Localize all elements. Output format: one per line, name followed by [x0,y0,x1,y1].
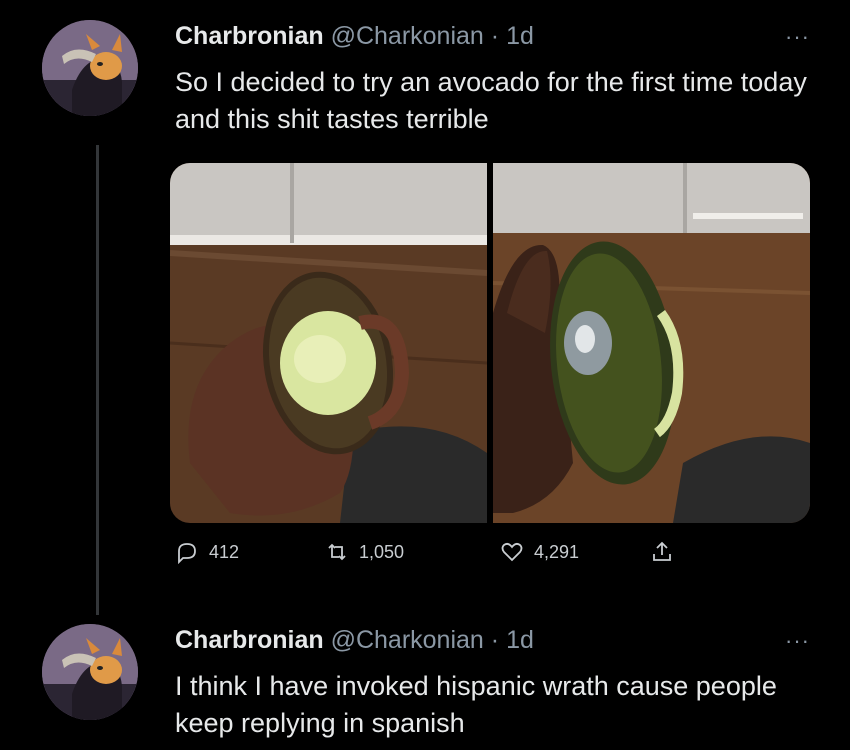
share-icon [653,541,671,561]
retweet-button[interactable]: 1,050 [325,540,500,564]
photo-avocado-cut[interactable] [170,163,487,523]
share-button[interactable] [650,540,674,564]
avatar-image [42,20,138,116]
user-handle[interactable]: @Charkonian [331,626,484,654]
reply-count: 412 [209,541,240,562]
tweet-header: Charbronian @Charkonian · 1d [175,22,534,51]
reply-button[interactable]: 412 [175,540,325,564]
separator-dot: · [490,626,500,654]
tweet-media[interactable] [170,163,810,523]
more-icon[interactable]: ··· [785,628,810,654]
retweet-icon [328,543,346,561]
like-icon [501,542,523,562]
avocado-photo-2 [493,163,810,523]
like-count: 4,291 [534,541,580,562]
photo-avocado-bitten[interactable] [493,163,810,523]
retweet-count: 1,050 [359,541,405,562]
avocado-photo-1 [170,163,487,523]
avatar[interactable] [42,20,138,116]
avatar[interactable] [42,624,138,720]
tweet-text: I think I have invoked hispanic wrath ca… [175,671,777,738]
reply-icon [178,543,196,564]
more-icon[interactable]: ··· [785,24,810,50]
separator-dot: · [490,22,500,50]
timestamp[interactable]: 1d [506,22,534,50]
user-handle[interactable]: @Charkonian [331,22,484,50]
timestamp[interactable]: 1d [506,626,534,654]
thread-line [96,145,99,615]
tweet-actions: 412 1,050 4,291 [175,540,674,564]
display-name[interactable]: Charbronian [175,626,324,654]
like-button[interactable]: 4,291 [500,540,650,564]
avatar-image [42,624,138,720]
tweet-text: So I decided to try an avocado for the f… [175,67,807,134]
tweet-header: Charbronian @Charkonian · 1d [175,626,534,655]
display-name[interactable]: Charbronian [175,22,324,50]
tweet-1[interactable]: Charbronian @Charkonian · 1d ··· So I de… [0,0,850,615]
tweet-2[interactable]: Charbronian @Charkonian · 1d ··· I think… [0,610,850,750]
